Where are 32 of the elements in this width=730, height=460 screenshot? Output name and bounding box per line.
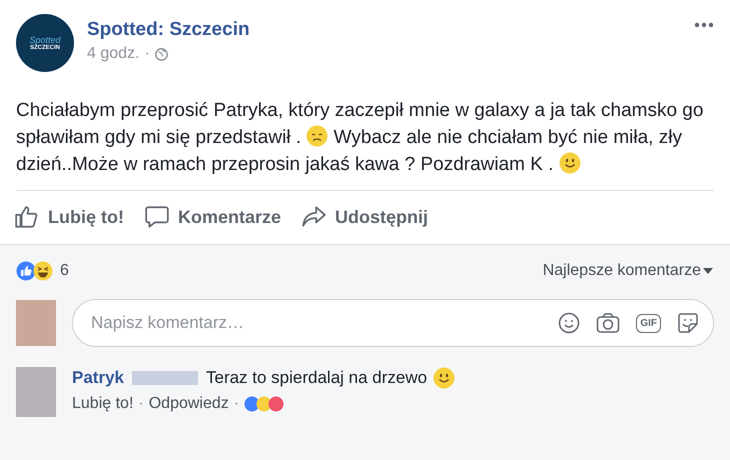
separator-dot: · [144, 45, 150, 63]
more-options-icon[interactable] [694, 22, 714, 28]
smiley-icon[interactable] [558, 312, 580, 334]
comment-action-link[interactable]: Odpowiedz [148, 395, 229, 413]
smile-emoji-icon [558, 152, 581, 174]
logo-text: Spotted [29, 36, 61, 44]
gif-button[interactable]: GIF [636, 314, 661, 332]
thumbs-up-icon [14, 204, 40, 230]
comment-button[interactable]: Komentarze [144, 204, 282, 230]
like-button[interactable]: Lubię to! [14, 204, 124, 230]
redacted-name-block [132, 371, 198, 385]
page-name-link[interactable]: Spotted: Szczecin [87, 19, 250, 41]
comment-text: Teraz to spierdalaj na drzewo [206, 368, 428, 388]
like-reaction-icon [16, 261, 36, 281]
laughing-reaction-icon [33, 261, 53, 281]
avatar-placeholder [16, 300, 56, 346]
comment-author-link[interactable]: Patryk [72, 368, 124, 388]
comment-action-link[interactable]: Lubię to! [72, 395, 134, 413]
comment-input-field[interactable]: Napisz komentarz… GIF [72, 299, 714, 347]
caret-icon [703, 268, 713, 274]
reaction-count[interactable]: 6 [60, 262, 543, 280]
post-text: Chciałabym przeprosić Patryka, który zaczepił mnie w galaxy a ja tak chamsko go spławiłam gdy mi się przedstawił . Wybacz ale nie chciałam być nie miła, zły dzień..Może w ramach przeprosin jakaś kawa ? Pozdrawiam K . [16, 99, 704, 177]
separator-dot: · [234, 395, 240, 413]
sort-comments-dropdown[interactable]: Najlepsze komentarze [542, 262, 714, 280]
smile-emoji-icon [433, 367, 456, 389]
camera-icon[interactable] [596, 312, 620, 334]
sad-emoji-icon [306, 125, 328, 147]
avatar-placeholder [16, 367, 56, 417]
speech-bubble-icon [144, 204, 170, 230]
separator-dot: · [138, 395, 144, 413]
share-button[interactable]: Udostępnij [301, 204, 428, 230]
sticker-icon[interactable] [677, 312, 699, 334]
